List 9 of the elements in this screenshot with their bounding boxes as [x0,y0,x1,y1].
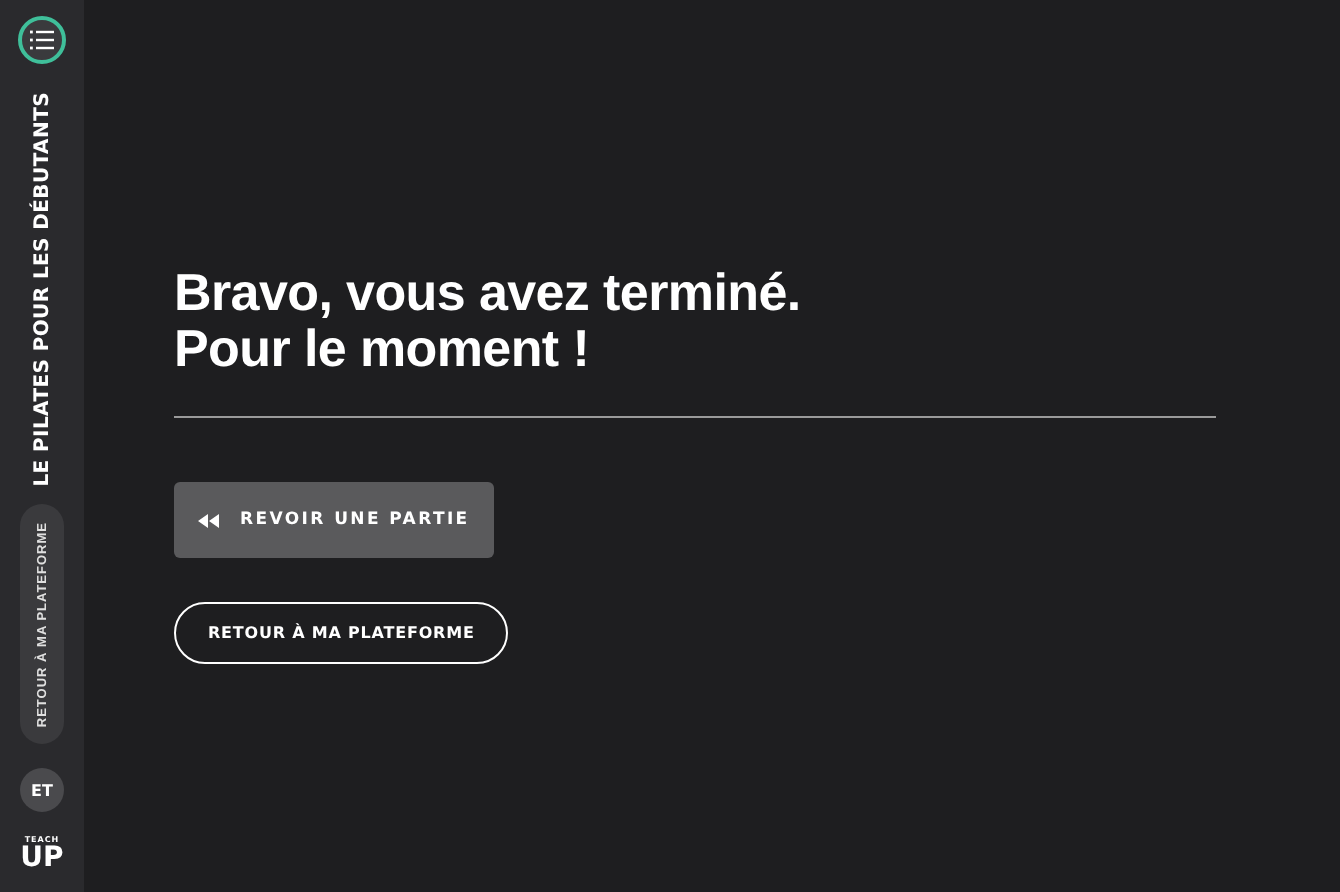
menu-button[interactable] [18,16,66,64]
course-title: LE PILATES POUR LES DÉBUTANTS [31,92,53,487]
rewind-icon [198,513,220,527]
logo-text: UP [20,844,64,872]
user-avatar[interactable]: ET [20,768,64,812]
menu-icon [30,30,54,50]
back-to-platform-button[interactable]: RETOUR À MA PLATEFORME [174,602,509,664]
completion-heading: Bravo, vous avez terminé. Pour le moment ! [174,264,803,376]
review-section-button[interactable]: REVOIR UNE PARTIE [174,482,494,558]
